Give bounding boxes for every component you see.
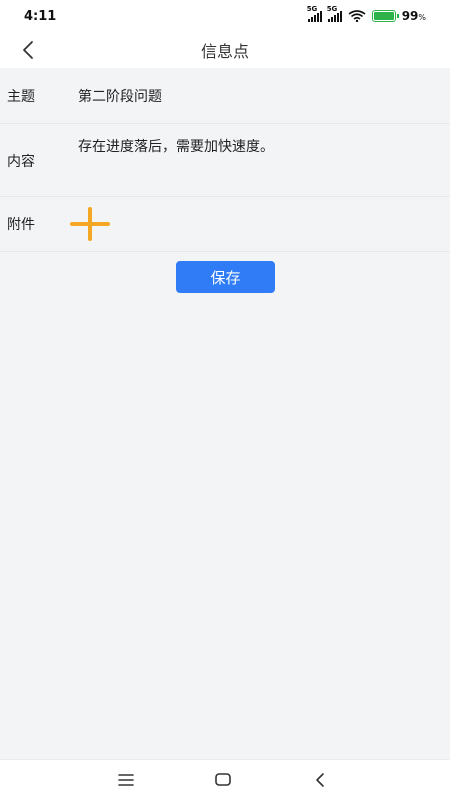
battery-level: 99% xyxy=(402,9,426,23)
back-button[interactable] xyxy=(14,36,42,64)
save-button[interactable]: 保存 xyxy=(176,261,275,293)
subject-label: 主题 xyxy=(7,88,35,105)
battery-icon xyxy=(371,10,399,22)
status-icons: 5G 5G 99% xyxy=(307,5,426,23)
chevron-left-icon xyxy=(23,41,33,59)
network-type-label-2: 5G xyxy=(326,5,338,13)
home-icon xyxy=(215,773,231,786)
signal-icon: 5G xyxy=(307,5,322,22)
status-bar: 4:11 5G 5G 99% xyxy=(0,0,450,32)
content-label: 内容 xyxy=(7,154,35,170)
subject-row: 主题 第二阶段问题 xyxy=(0,68,450,124)
battery-unit: % xyxy=(418,13,426,22)
system-nav-bar xyxy=(0,759,450,800)
info-form: 主题 第二阶段问题 内容 存在进度落后，需要加快速度。 附件 xyxy=(0,68,450,252)
menu-button[interactable] xyxy=(114,768,138,792)
content-row: 内容 存在进度落后，需要加快速度。 xyxy=(0,124,450,197)
back-icon xyxy=(316,773,324,787)
signal-icon-2: 5G xyxy=(327,5,342,22)
subject-value[interactable]: 第二阶段问题 xyxy=(78,86,450,106)
menu-icon xyxy=(118,774,134,786)
app-header: 信息点 xyxy=(0,32,450,68)
page-title: 信息点 xyxy=(200,42,249,61)
battery-percent: 99 xyxy=(401,9,419,23)
attachment-row: 附件 xyxy=(0,197,450,252)
network-type-label: 5G xyxy=(306,5,318,13)
attachment-label: 附件 xyxy=(7,217,35,233)
status-time: 4:11 xyxy=(24,8,57,24)
content-value[interactable]: 存在进度落后，需要加快速度。 xyxy=(78,124,450,196)
system-back-button[interactable] xyxy=(308,768,332,792)
home-button[interactable] xyxy=(211,768,235,792)
add-attachment-button[interactable] xyxy=(70,207,110,241)
wifi-icon xyxy=(348,10,366,22)
